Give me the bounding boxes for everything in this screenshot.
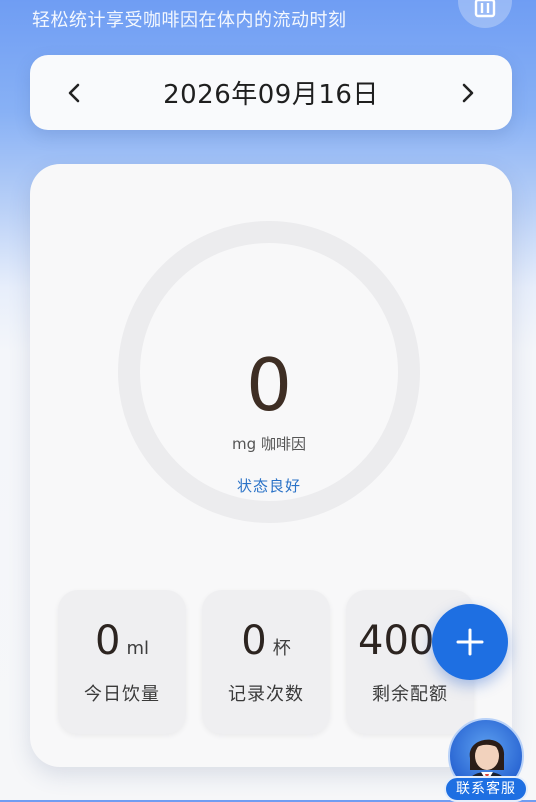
stat-unit: ml: [126, 638, 149, 659]
stat-value: 0: [95, 618, 121, 664]
stat-label: 记录次数: [228, 684, 304, 705]
caffeine-progress-ring: 0 mg 咖啡因 状态良好: [116, 219, 422, 525]
caffeine-summary-card: 0 mg 咖啡因 状态良好 0 ml 今日饮量 0杯 记录次数 400 剩余配额: [30, 164, 512, 767]
chevron-right-icon: [462, 83, 474, 102]
stat-value: 0: [241, 618, 267, 664]
stat-label: 今日饮量: [84, 684, 160, 705]
add-record-button[interactable]: [432, 604, 508, 680]
status-text: 状态良好: [236, 477, 301, 495]
prev-day-button[interactable]: [62, 81, 86, 105]
chevron-left-icon: [68, 83, 80, 102]
next-day-button[interactable]: [456, 81, 480, 105]
caffeine-unit: mg 咖啡因: [232, 435, 306, 453]
trash-icon: [474, 0, 496, 18]
stat-value: 400: [358, 618, 435, 664]
page-subtitle: 轻松统计享受咖啡因在体内的流动时刻: [32, 10, 347, 31]
date-selector: 2026年09月16日: [30, 55, 512, 130]
caffeine-amount: 0: [246, 343, 292, 427]
support-label: 联系客服: [444, 776, 528, 802]
stat-label: 剩余配额: [372, 684, 448, 705]
plus-icon: [456, 628, 484, 656]
stat-today-volume: 0 ml 今日饮量: [58, 590, 186, 734]
delete-button[interactable]: [458, 0, 512, 28]
stat-record-count: 0杯 记录次数: [202, 590, 330, 734]
current-date[interactable]: 2026年09月16日: [163, 74, 379, 111]
stat-unit: 杯: [272, 638, 291, 659]
customer-service-button[interactable]: 联系客服: [444, 718, 528, 802]
